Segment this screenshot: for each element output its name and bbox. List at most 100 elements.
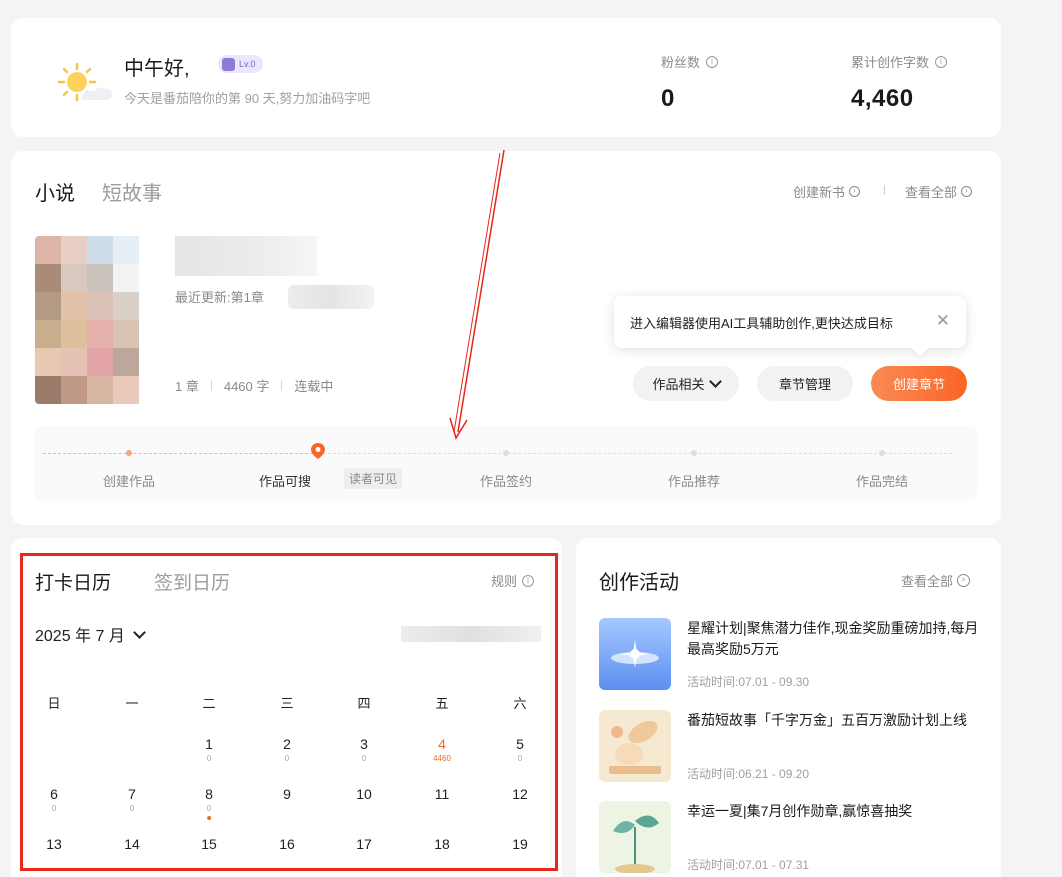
calendar-card: 打卡日历 签到日历 规则 i 2025 年 7 月 日一二三四五六 102030…: [11, 538, 562, 877]
divider: [884, 185, 885, 195]
chevron-down-icon: [708, 375, 722, 388]
info-icon[interactable]: i: [706, 55, 719, 68]
progress-dot: [879, 450, 885, 456]
weekday-label: 六: [513, 696, 527, 711]
calendar-day[interactable]: 70: [128, 786, 136, 813]
day-word-count: 0: [517, 754, 523, 763]
weekday-label: 一: [125, 696, 139, 711]
level-badge[interactable]: Lv.0: [218, 55, 264, 73]
day-number: 19: [512, 836, 528, 852]
weekday-label: 日: [47, 696, 61, 711]
info-icon: i: [522, 574, 535, 587]
work-related-dropdown[interactable]: 作品相关: [633, 366, 739, 401]
activity-time: 活动时间:07.01 - 07.31: [687, 858, 810, 872]
book-title-redacted: [175, 236, 317, 276]
fans-label: 粉丝数: [661, 55, 701, 70]
level-label: Lv.0: [239, 59, 256, 69]
activity-item[interactable]: 星耀计划|聚焦潜力佳作,现金奖励重磅加持,每月最高奖励5万元 活动时间:07.0…: [599, 618, 979, 692]
day-number: 1: [205, 736, 213, 752]
calendar-day[interactable]: 30: [360, 736, 368, 763]
day-word-count: 0: [206, 804, 212, 813]
day-number: 18: [434, 836, 450, 852]
chapter-title-redacted: [288, 285, 374, 309]
calendar-day[interactable]: 10: [205, 736, 213, 763]
circle-arrow-icon: ›: [957, 574, 971, 587]
day-word-count: 4460: [433, 754, 451, 763]
info-icon[interactable]: i: [935, 55, 948, 68]
calendar-day[interactable]: 20: [283, 736, 291, 763]
book-status: 连载中: [294, 379, 334, 394]
view-all-works-link[interactable]: 查看全部 ›: [905, 182, 973, 201]
calendar-day[interactable]: 10: [356, 786, 372, 802]
create-chapter-label: 创建章节: [892, 377, 945, 392]
redacted-info: [401, 626, 541, 642]
day-number: 15: [201, 836, 217, 852]
rules-link[interactable]: 规则 i: [491, 571, 535, 590]
highlight-frame: [20, 553, 558, 871]
calendar-day[interactable]: 4 4460: [433, 736, 451, 763]
day-number: 9: [283, 786, 291, 802]
activity-thumbnail: [599, 801, 671, 873]
day-word-count: 0: [206, 754, 212, 763]
calendar-day[interactable]: 60: [50, 786, 58, 813]
progress-line-done: [43, 453, 318, 454]
calendar-day[interactable]: 14: [124, 836, 140, 852]
day-number: 5: [516, 736, 524, 752]
chapter-manage-label: 章节管理: [778, 377, 831, 392]
day-number: 3: [360, 736, 368, 752]
words-value: 4,460: [851, 85, 914, 112]
fans-stat: 粉丝数 i 0: [661, 52, 719, 113]
work-related-label: 作品相关: [652, 377, 705, 392]
works-card: 小说 短故事 创建新书 › 查看全部 › 最近更新:第1章 1 章 4460 字…: [11, 151, 1001, 525]
calendar-day[interactable]: 18: [434, 836, 450, 852]
greeting-card: 中午好, Lv.0 今天是番茄陪你的第 90 天,努力加油码字吧 粉丝数 i 0…: [11, 18, 1001, 137]
day-number: 7: [128, 786, 136, 802]
reader-visible-tag: 读者可见: [344, 468, 403, 489]
calendar-day[interactable]: 17: [356, 836, 372, 852]
tab-novel[interactable]: 小说: [35, 177, 75, 206]
month-label: 2025 年 7 月: [35, 628, 125, 645]
weekday-label: 二: [202, 696, 216, 711]
day-number: 11: [434, 786, 450, 802]
calendar-day[interactable]: 9: [283, 786, 291, 802]
chevron-down-icon: [132, 625, 146, 639]
create-book-link[interactable]: 创建新书 ›: [793, 182, 861, 201]
view-all-label: 查看全部: [905, 185, 958, 200]
calendar-day[interactable]: 16: [279, 836, 295, 852]
work-progress: 创建作品 作品可搜 读者可见 作品签约 作品推荐 作品完结: [35, 426, 977, 501]
day-word-count: 0: [51, 804, 57, 813]
calendar-day[interactable]: 19: [512, 836, 528, 852]
progress-dot: [691, 450, 697, 456]
today-dot: [206, 816, 211, 820]
calendar-day[interactable]: 15: [201, 836, 217, 852]
close-icon[interactable]: ✕: [936, 312, 950, 330]
tab-signin-calendar[interactable]: 签到日历: [154, 568, 230, 595]
chapter-manage-button[interactable]: 章节管理: [757, 366, 853, 401]
sun-icon: [57, 62, 112, 102]
calendar-day[interactable]: 12: [512, 786, 528, 802]
tab-checkin-calendar[interactable]: 打卡日历: [35, 568, 111, 595]
create-chapter-button[interactable]: 创建章节: [871, 366, 967, 401]
calendar-day[interactable]: 11: [435, 786, 450, 802]
month-selector[interactable]: 2025 年 7 月: [35, 622, 146, 646]
view-all-activities-link[interactable]: 查看全部 ›: [901, 571, 971, 590]
calendar-day[interactable]: 50: [516, 736, 524, 763]
book-cover[interactable]: [35, 236, 165, 404]
activity-name: 幸运一夏|集7月创作勋章,赢惊喜抽奖: [687, 803, 913, 819]
calendar-day[interactable]: 80: [205, 786, 213, 820]
chapter-count: 1 章: [175, 379, 199, 394]
book-meta: 1 章 4460 字 连载中: [175, 376, 333, 395]
activities-title: 创作活动: [599, 572, 679, 594]
activity-item[interactable]: 番茄短故事「千字万金」五百万激励计划上线 活动时间:06.21 - 09.20: [599, 710, 979, 784]
circle-arrow-icon: ›: [961, 186, 973, 197]
day-number: 2: [283, 736, 291, 752]
activity-thumbnail: [599, 710, 671, 782]
tab-short-story[interactable]: 短故事: [102, 177, 162, 206]
create-book-label: 创建新书: [793, 185, 846, 200]
day-number: 4: [438, 736, 446, 752]
progress-dot: [503, 450, 509, 456]
step-recommended: 作品推荐: [667, 474, 721, 489]
activity-item[interactable]: 幸运一夏|集7月创作勋章,赢惊喜抽奖 活动时间:07.01 - 07.31: [599, 801, 979, 875]
latest-update: 最近更新:第1章: [175, 290, 264, 305]
calendar-day[interactable]: 13: [46, 836, 62, 852]
